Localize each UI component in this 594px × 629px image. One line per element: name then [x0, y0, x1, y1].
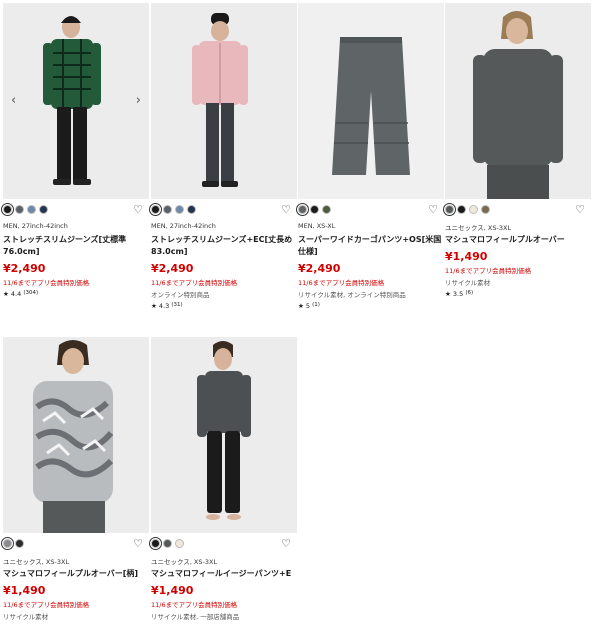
color-swatches: ♡ [445, 203, 591, 219]
product-tags: リサイクル素材 [3, 613, 49, 621]
color-swatch[interactable] [39, 205, 48, 214]
model-photo [33, 340, 114, 533]
product-card[interactable]: ♡ MEN, 27inch-42inch ストレッチスリムジーンズ+EC[丈長め… [151, 3, 297, 310]
color-swatch[interactable] [481, 205, 490, 214]
product-image[interactable] [298, 3, 444, 199]
product-meta: MEN, 27inch-42inch [151, 222, 216, 230]
product-meta: MEN, XS-XL [298, 222, 336, 230]
product-card[interactable]: ♡ MEN, XS-XL スーパーワイドカーゴパンツ+OS[米国仕様] ¥2,4… [298, 3, 444, 310]
product-rating: ★ 5 (1) [298, 302, 444, 310]
product-card[interactable]: ♡ ユニセックス, XS-3XL マシュマロフィールプルオーバー[柄] ¥1,4… [3, 337, 149, 621]
pants-photo [332, 37, 410, 175]
rating-value: 4.4 [10, 290, 22, 298]
color-swatch[interactable] [175, 539, 184, 548]
model-photo [43, 16, 101, 185]
product-name[interactable]: マシュマロフィールプルオーバー[柄] [3, 568, 149, 580]
rating-value: 5 [305, 302, 311, 310]
promo-text: 11/6までアプリ会員特別価格 [151, 601, 238, 609]
promo-text: 11/6までアプリ会員特別価格 [3, 279, 90, 287]
color-swatch[interactable] [3, 539, 12, 548]
product-price: ¥1,490 [151, 584, 194, 597]
promo-text: 11/6までアプリ会員特別価格 [151, 279, 238, 287]
color-swatches: ♡ [3, 203, 149, 219]
product-rating: ★ 4.3 (31) [151, 302, 297, 310]
color-swatch[interactable] [27, 205, 36, 214]
promo-text: 11/6までアプリ会員特別価格 [3, 601, 90, 609]
review-count: (6) [465, 290, 474, 296]
color-swatch[interactable] [298, 205, 307, 214]
heart-icon[interactable]: ♡ [133, 537, 143, 550]
color-swatch[interactable] [163, 539, 172, 548]
product-price: ¥2,490 [3, 262, 46, 275]
color-swatch[interactable] [151, 539, 160, 548]
product-name[interactable]: ストレッチスリムジーンズ+EC[丈長め83.0cm] [151, 234, 297, 258]
color-swatch[interactable] [175, 205, 184, 214]
color-swatch[interactable] [3, 205, 12, 214]
heart-icon[interactable]: ♡ [133, 203, 143, 216]
rating-value: 3.5 [452, 290, 464, 298]
promo-text: 11/6までアプリ会員特別価格 [298, 279, 385, 287]
product-name[interactable]: マシュマロフィールイージーパンツ+E [151, 568, 297, 580]
star-icon: ★ [298, 302, 304, 310]
rating-value: 4.3 [158, 302, 170, 310]
product-card[interactable]: ♡ ユニセックス, XS-3XL マシュマロフィールプルオーバー ¥1,490 … [445, 3, 591, 298]
product-image[interactable] [3, 337, 149, 533]
product-price: ¥1,490 [3, 584, 46, 597]
review-count: (31) [171, 302, 183, 308]
product-image[interactable] [151, 337, 297, 533]
product-rating: ★ 4.4 (304) [3, 290, 149, 298]
color-swatch[interactable] [457, 205, 466, 214]
model-photo [197, 341, 251, 520]
product-tags: リサイクル素材, オンライン特別商品 [298, 291, 406, 299]
next-image-arrow-icon[interactable]: › [136, 93, 141, 108]
product-meta: ユニセックス, XS-3XL [3, 558, 70, 566]
star-icon: ★ [3, 290, 9, 298]
product-price: ¥2,490 [151, 262, 194, 275]
star-icon: ★ [151, 302, 157, 310]
color-swatch[interactable] [445, 205, 454, 214]
color-swatches: ♡ [3, 537, 149, 553]
product-rating: ★ 3.5 (6) [445, 290, 591, 298]
promo-text: 11/6までアプリ会員特別価格 [445, 267, 532, 275]
color-swatch[interactable] [15, 539, 24, 548]
heart-icon[interactable]: ♡ [428, 203, 438, 216]
product-image[interactable] [445, 3, 591, 199]
product-tags: リサイクル素材, 一部店舗商品 [151, 613, 240, 621]
star-icon: ★ [445, 290, 451, 298]
product-tags: リサイクル素材 [445, 279, 491, 287]
product-meta: MEN, 27inch-42inch [3, 222, 68, 230]
color-swatch[interactable] [151, 205, 160, 214]
product-card[interactable]: ‹ › ♡ MEN, 27inch-42inch ストレッチスリムジーンズ[丈標… [3, 3, 149, 298]
color-swatches: ♡ [298, 203, 444, 219]
color-swatch[interactable] [322, 205, 331, 214]
model-photo [192, 13, 248, 187]
heart-icon[interactable]: ♡ [281, 203, 291, 216]
product-name[interactable]: マシュマロフィールプルオーバー [445, 234, 591, 246]
product-tags: オンライン特別商品 [151, 291, 210, 299]
color-swatches: ♡ [151, 537, 297, 553]
heart-icon[interactable]: ♡ [575, 203, 585, 216]
product-image[interactable] [151, 3, 297, 199]
color-swatch[interactable] [310, 205, 319, 214]
prev-image-arrow-icon[interactable]: ‹ [11, 93, 16, 108]
product-image[interactable]: ‹ › [3, 3, 149, 199]
heart-icon[interactable]: ♡ [281, 537, 291, 550]
model-photo [473, 11, 563, 199]
product-meta: ユニセックス, XS-3XL [445, 224, 512, 232]
color-swatch[interactable] [163, 205, 172, 214]
color-swatch[interactable] [187, 205, 196, 214]
color-swatches: ♡ [151, 203, 297, 219]
product-price: ¥2,490 [298, 262, 341, 275]
product-card[interactable]: ♡ ユニセックス, XS-3XL マシュマロフィールイージーパンツ+E ¥1,4… [151, 337, 297, 621]
product-name[interactable]: ストレッチスリムジーンズ[丈標準76.0cm] [3, 234, 149, 258]
review-count: (1) [312, 302, 320, 308]
product-price: ¥1,490 [445, 250, 488, 263]
color-swatch[interactable] [15, 205, 24, 214]
product-meta: ユニセックス, XS-3XL [151, 558, 218, 566]
product-name[interactable]: スーパーワイドカーゴパンツ+OS[米国仕様] [298, 234, 444, 258]
color-swatch[interactable] [469, 205, 478, 214]
review-count: (304) [23, 290, 39, 296]
